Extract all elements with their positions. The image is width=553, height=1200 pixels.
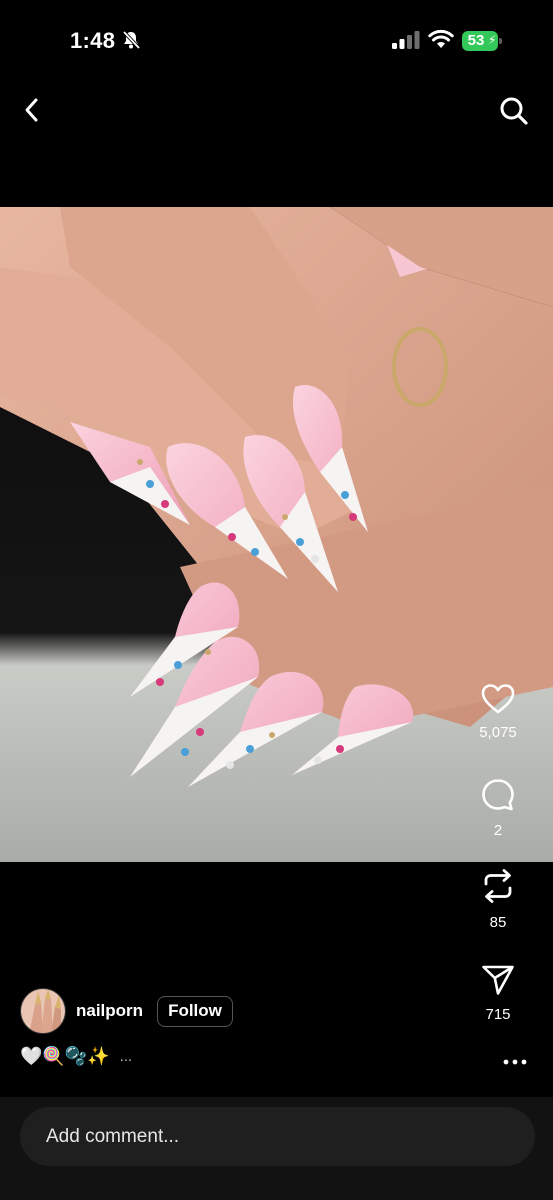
repost-action[interactable]: 85 <box>471 868 525 931</box>
like-action[interactable]: 5,075 <box>471 684 525 741</box>
comment-bar <box>0 1097 553 1200</box>
author-username[interactable]: nailporn <box>76 1001 143 1021</box>
battery-level: 53 <box>467 32 485 49</box>
search-icon <box>500 97 528 125</box>
status-bar: 1:48 53 ⚡ <box>0 0 553 80</box>
share-action[interactable]: 715 <box>471 964 525 1023</box>
cellular-signal-icon <box>392 31 420 49</box>
repost-count: 85 <box>489 914 507 931</box>
caption-text: 🤍🍭🫧✨ <box>20 1046 110 1066</box>
share-count: 715 <box>485 1006 511 1023</box>
post-author-row: nailporn Follow <box>20 988 233 1034</box>
comment-action[interactable]: 2 <box>471 778 525 839</box>
wifi-icon <box>428 29 454 48</box>
top-nav <box>0 85 553 135</box>
battery-tip <box>499 38 502 44</box>
comment-count: 2 <box>493 822 503 839</box>
heart-icon <box>481 684 515 714</box>
charging-bolt-icon: ⚡ <box>488 33 497 47</box>
search-button[interactable] <box>496 93 532 129</box>
more-horizontal-icon <box>503 1059 527 1065</box>
repost-icon <box>484 869 512 903</box>
follow-button[interactable]: Follow <box>157 995 233 1027</box>
like-count: 5,075 <box>479 724 517 741</box>
status-time: 1:48 <box>70 28 116 53</box>
post-caption[interactable]: 🤍🍭🫧✨ ... <box>20 1046 132 1067</box>
nail-photo <box>0 207 553 862</box>
caption-more[interactable]: ... <box>120 1048 133 1065</box>
avatar-image <box>21 989 65 1033</box>
comment-input[interactable] <box>20 1107 535 1166</box>
chevron-left-icon <box>25 98 38 122</box>
avatar[interactable] <box>20 988 66 1034</box>
back-button[interactable] <box>14 93 48 127</box>
comment-bubble-icon <box>482 779 514 811</box>
battery-indicator: 53 ⚡ <box>462 31 502 51</box>
post-image[interactable] <box>0 207 553 862</box>
bell-muted-icon <box>122 30 141 50</box>
more-options-button[interactable] <box>500 1050 530 1074</box>
paper-plane-icon <box>482 965 514 995</box>
